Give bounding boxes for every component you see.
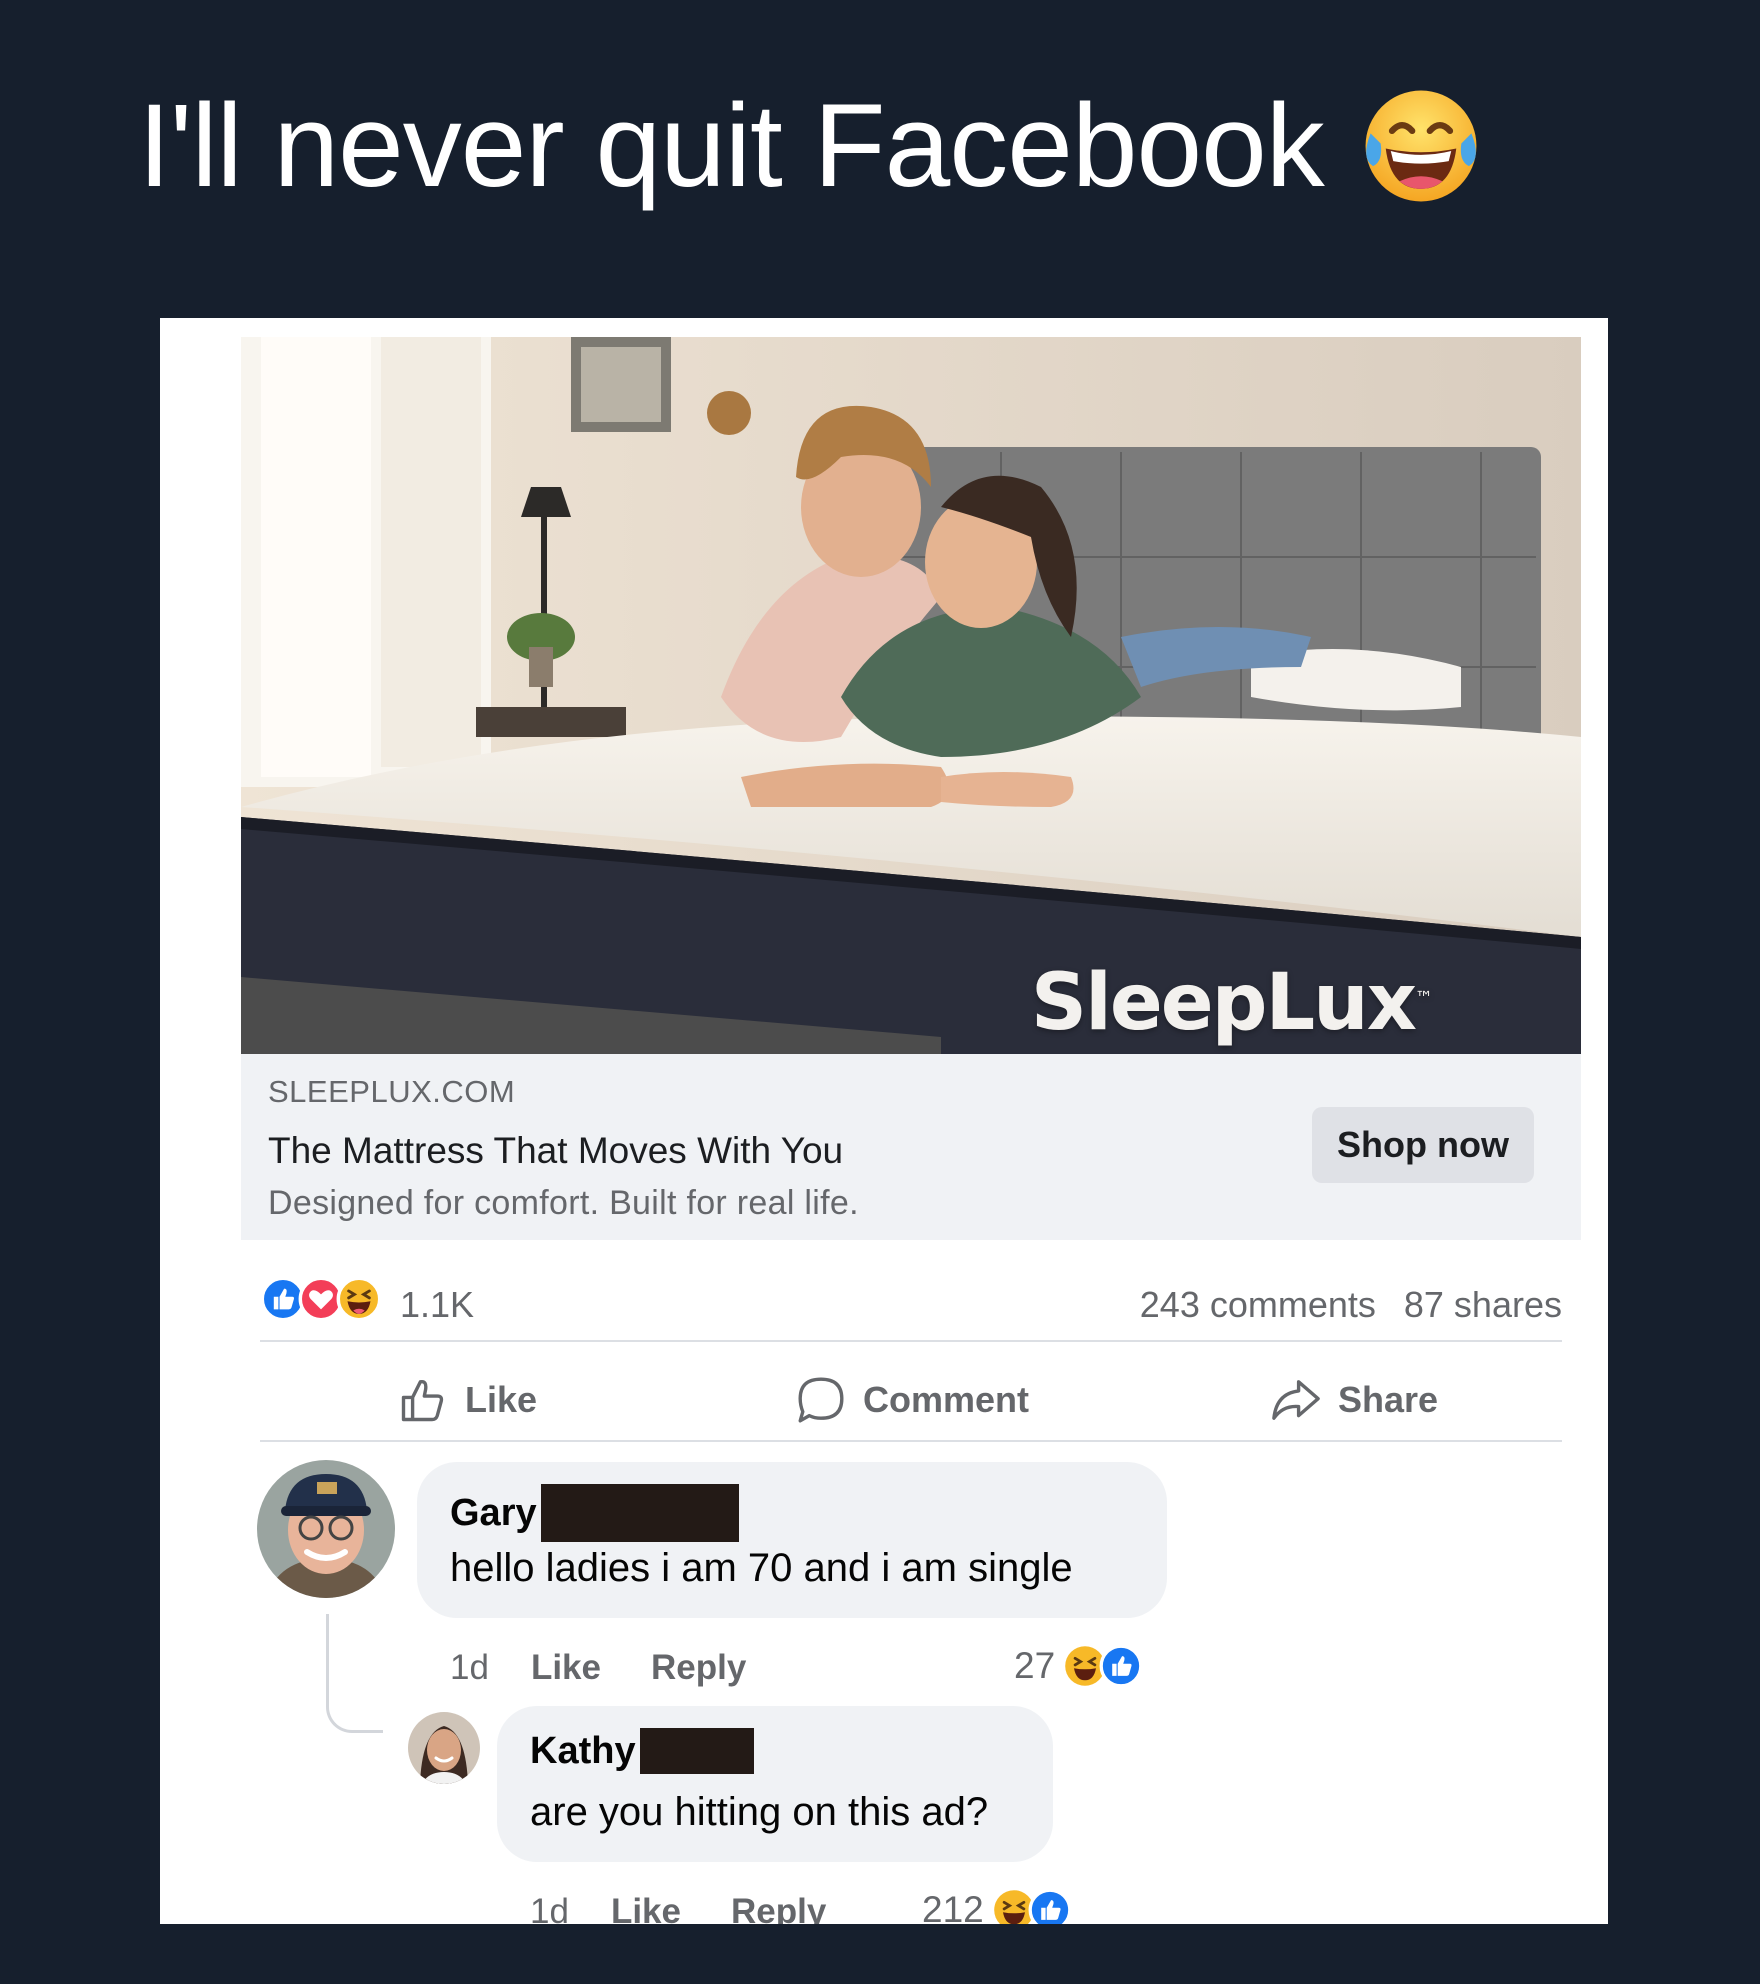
comment-text: hello ladies i am 70 and i am single: [450, 1546, 1073, 1590]
divider: [260, 1340, 1562, 1342]
comment-reply-link[interactable]: Reply: [731, 1892, 826, 1924]
engagement-counts: 243 comments 87 shares: [1140, 1284, 1562, 1326]
haha-reaction-icon: [336, 1276, 382, 1322]
like-reaction-icon: [1028, 1888, 1072, 1924]
comments-count[interactable]: 243 comments: [1140, 1284, 1376, 1326]
comment-like-link[interactable]: Like: [531, 1648, 601, 1688]
comment-time[interactable]: 1d: [450, 1648, 489, 1688]
commenter-name-text: Kathy: [530, 1729, 636, 1772]
like-reaction-icon: [1099, 1644, 1143, 1688]
sleeplux-logo: SleepLux™: [1030, 958, 1433, 1048]
shares-count[interactable]: 87 shares: [1404, 1284, 1562, 1326]
gary-avatar-image: [257, 1460, 395, 1598]
ad-link-preview[interactable]: SLEEPLUX.COM The Mattress That Moves Wit…: [241, 1054, 1581, 1240]
share-button[interactable]: Share: [1270, 1350, 1438, 1450]
comment-like-link[interactable]: Like: [611, 1892, 681, 1924]
thumbs-up-icon: [401, 1379, 444, 1422]
commenter-name[interactable]: Kathy: [530, 1728, 754, 1774]
comment-meta: 1d Like Reply: [450, 1648, 746, 1688]
tears-of-joy-emoji-icon: [1365, 90, 1477, 202]
commenter-name-text: Gary: [450, 1491, 537, 1534]
redaction-box: [639, 1728, 754, 1774]
reply-thread-line: [326, 1614, 383, 1733]
caption: I'll never quit Facebook: [138, 78, 1484, 214]
shop-now-button[interactable]: Shop now: [1312, 1107, 1534, 1183]
post-action-bar: Like Comment Share: [260, 1350, 1562, 1450]
caption-text: I'll never quit Facebook: [138, 80, 1325, 212]
ad-description: Designed for comfort. Built for real lif…: [268, 1184, 859, 1222]
ad-headline: The Mattress That Moves With You: [268, 1130, 844, 1171]
facebook-post-card: SleepLux™ SLEEPLUX.COM The Mattress That…: [160, 318, 1608, 1924]
comment-time[interactable]: 1d: [530, 1892, 569, 1924]
comment-reactions[interactable]: 27: [1014, 1644, 1143, 1688]
comment-text: are you hitting on this ad?: [530, 1790, 989, 1834]
avatar[interactable]: [408, 1712, 480, 1784]
reaction-summary[interactable]: [260, 1276, 382, 1322]
commenter-name[interactable]: Gary: [450, 1484, 739, 1542]
comment-reply-link[interactable]: Reply: [651, 1648, 746, 1688]
comment-button[interactable]: Comment: [795, 1350, 1029, 1450]
comment-reaction-count: 212: [922, 1889, 984, 1924]
comment-bubble-icon: [798, 1377, 844, 1423]
trademark-icon: ™: [1415, 988, 1433, 1009]
comment-button-label: Comment: [863, 1379, 1030, 1420]
post-stats: 1.1K 243 comments 87 shares: [260, 1268, 1562, 1336]
share-arrow-icon: [1272, 1380, 1320, 1420]
reaction-count[interactable]: 1.1K: [400, 1284, 474, 1326]
ad-image[interactable]: SleepLux™: [241, 337, 1581, 1054]
comment-meta: 1d Like Reply: [530, 1892, 826, 1924]
comment-reactions[interactable]: 212: [922, 1888, 1072, 1924]
share-button-label: Share: [1338, 1379, 1439, 1420]
comment-reaction-count: 27: [1014, 1645, 1056, 1686]
redaction-box: [540, 1484, 739, 1542]
divider: [260, 1440, 1562, 1442]
avatar[interactable]: [257, 1460, 395, 1598]
brand-logo-text: SleepLux: [1030, 958, 1417, 1048]
mattress-photo-illustration: [241, 337, 1581, 1054]
ad-domain: SLEEPLUX.COM: [268, 1074, 516, 1109]
like-button-label: Like: [465, 1379, 538, 1420]
kathy-avatar-image: [408, 1712, 480, 1784]
like-button[interactable]: Like: [397, 1350, 537, 1450]
